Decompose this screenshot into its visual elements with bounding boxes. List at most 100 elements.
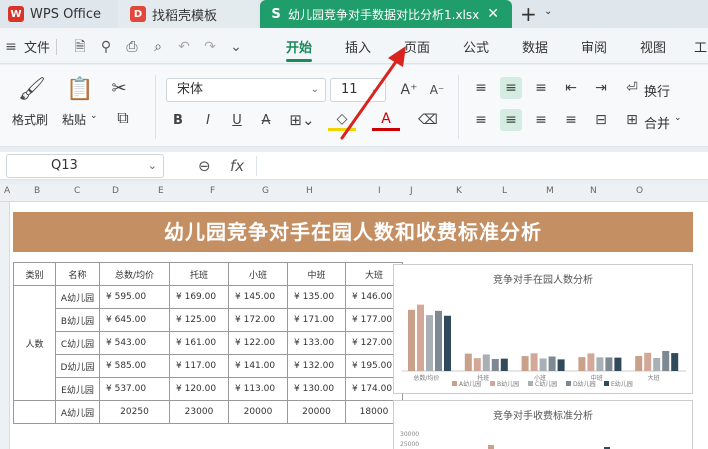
column-header[interactable]: E: [158, 186, 164, 196]
table-cell[interactable]: ¥ 595.00: [99, 285, 170, 309]
wrap-text-icon[interactable]: ⏎: [622, 77, 642, 99]
undo-icon[interactable]: ↶: [175, 38, 193, 56]
menu-data[interactable]: 数据: [522, 37, 548, 56]
merge-label[interactable]: 合并: [644, 113, 670, 132]
column-header[interactable]: H: [306, 186, 313, 196]
function-icon[interactable]: fx: [230, 157, 244, 175]
table-cell[interactable]: ¥ 135.00: [287, 285, 346, 309]
chevron-down-icon[interactable]: ⌄: [227, 38, 245, 56]
align-top-icon[interactable]: ≡: [470, 77, 492, 99]
column-header[interactable]: C: [74, 186, 80, 196]
menu-review[interactable]: 审阅: [581, 37, 607, 56]
strikethrough-icon[interactable]: A: [256, 109, 276, 131]
paste-label[interactable]: 粘贴: [62, 111, 86, 128]
merge-icon[interactable]: ⊞: [622, 109, 642, 131]
decrease-font-icon[interactable]: A⁻: [426, 79, 448, 101]
column-header[interactable]: B: [34, 186, 40, 196]
redo-icon[interactable]: ↷: [201, 38, 219, 56]
table-cell[interactable]: ¥ 537.00: [99, 377, 170, 401]
name-box[interactable]: Q13 ⌄: [6, 154, 164, 178]
increase-indent-icon[interactable]: ⇥: [590, 77, 612, 99]
tab-spreadsheet[interactable]: S 幼儿园竞争对手数据对比分析1.xlsx ✕: [260, 0, 512, 28]
table-cell[interactable]: 20250: [99, 400, 170, 424]
decrease-indent-icon[interactable]: ⇤: [560, 77, 582, 99]
column-header[interactable]: F: [210, 186, 215, 196]
italic-icon[interactable]: I: [198, 109, 218, 131]
table-cell[interactable]: ¥ 141.00: [228, 354, 288, 378]
column-header[interactable]: O: [636, 186, 643, 196]
print-preview-icon[interactable]: ⌕: [149, 38, 167, 56]
column-header-cell[interactable]: 名称: [55, 262, 100, 286]
table-cell[interactable]: ¥ 543.00: [99, 331, 170, 355]
table-cell[interactable]: ¥ 113.00: [228, 377, 288, 401]
table-cell[interactable]: ¥ 117.00: [169, 354, 229, 378]
chart-fees[interactable]: 竞争对手收费标准分析 30000 25000: [393, 400, 693, 449]
chevron-down-icon[interactable]: ⌄: [674, 113, 682, 123]
distributed-icon[interactable]: ⊟: [590, 109, 612, 131]
wrap-text-label[interactable]: 换行: [644, 81, 670, 100]
cut-icon[interactable]: ✂: [108, 77, 130, 99]
align-center-icon[interactable]: ≡: [500, 109, 522, 131]
table-cell[interactable]: 20000: [228, 400, 288, 424]
chevron-down-icon[interactable]: ⌄: [544, 6, 552, 17]
table-cell[interactable]: D幼儿园: [55, 354, 100, 378]
copy-icon[interactable]: ⧉: [108, 107, 138, 129]
table-cell[interactable]: ¥ 132.00: [287, 354, 346, 378]
column-header[interactable]: G: [262, 186, 269, 196]
table-cell[interactable]: ¥ 161.00: [169, 331, 229, 355]
table-cell[interactable]: ¥ 645.00: [99, 308, 170, 332]
chevron-down-icon[interactable]: ⌄: [90, 111, 98, 121]
column-header[interactable]: L: [502, 186, 507, 196]
chart-headcount[interactable]: 竞争对手在园人数分析 总数/均价 托班 小班 中班 大班 A幼儿园 B幼儿园 C幼儿园 D幼儿园…: [393, 264, 693, 394]
format-painter-icon[interactable]: 🖌: [18, 75, 46, 103]
table-cell[interactable]: 23000: [169, 400, 229, 424]
column-header[interactable]: M: [546, 186, 554, 196]
border-icon[interactable]: ⊞⌄: [288, 109, 316, 131]
column-header-cell[interactable]: 总数/均价: [99, 262, 170, 286]
menu-home[interactable]: 开始: [286, 37, 313, 62]
sheet-title[interactable]: 幼儿园竞争对手在园人数和收费标准分析: [13, 212, 693, 252]
table-cell[interactable]: ¥ 125.00: [169, 308, 229, 332]
column-header[interactable]: J: [410, 186, 413, 196]
print-icon[interactable]: ⎙: [123, 38, 141, 56]
underline-icon[interactable]: U: [227, 109, 247, 131]
justify-icon[interactable]: ≡: [560, 109, 582, 131]
table-cell[interactable]: 20000: [287, 400, 346, 424]
column-header[interactable]: A: [4, 186, 10, 196]
table-cell[interactable]: ¥ 122.00: [228, 331, 288, 355]
category-cell[interactable]: 人数: [13, 285, 56, 401]
menu-formula[interactable]: 公式: [463, 37, 489, 56]
zoom-icon[interactable]: ⊖: [198, 157, 211, 175]
table-cell[interactable]: A幼儿园: [55, 285, 100, 309]
file-menu[interactable]: 文件: [24, 37, 50, 56]
column-header-cell[interactable]: 托班: [169, 262, 229, 286]
save-icon[interactable]: 🗎: [71, 38, 89, 56]
menu-tools[interactable]: 工: [694, 37, 707, 56]
table-cell[interactable]: ¥ 145.00: [228, 285, 288, 309]
table-cell[interactable]: ¥ 172.00: [228, 308, 288, 332]
format-painter-label[interactable]: 格式刷: [12, 111, 48, 128]
table-cell[interactable]: ¥ 120.00: [169, 377, 229, 401]
category-cell[interactable]: [13, 400, 56, 424]
share-icon[interactable]: ⚲: [97, 38, 115, 56]
table-cell[interactable]: ¥ 585.00: [99, 354, 170, 378]
menu-view[interactable]: 视图: [640, 37, 666, 56]
align-middle-icon[interactable]: ≡: [500, 77, 522, 99]
table-cell[interactable]: ¥ 133.00: [287, 331, 346, 355]
column-header[interactable]: I: [378, 186, 381, 196]
column-header-cell[interactable]: 小班: [228, 262, 288, 286]
column-header[interactable]: D: [112, 186, 119, 196]
new-tab-button[interactable]: +: [520, 2, 537, 26]
bold-icon[interactable]: B: [168, 109, 188, 131]
column-header-cell[interactable]: 类别: [13, 262, 56, 286]
table-cell[interactable]: C幼儿园: [55, 331, 100, 355]
table-cell[interactable]: ¥ 171.00: [287, 308, 346, 332]
tab-templates[interactable]: D 找稻壳模板: [118, 0, 258, 28]
align-right-icon[interactable]: ≡: [530, 109, 552, 131]
table-cell[interactable]: A幼儿园: [55, 400, 100, 424]
table-cell[interactable]: ¥ 130.00: [287, 377, 346, 401]
column-header[interactable]: K: [456, 186, 462, 196]
table-cell[interactable]: E幼儿园: [55, 377, 100, 401]
close-tab-icon[interactable]: ✕: [487, 6, 499, 22]
tab-wps-office[interactable]: W WPS Office: [0, 0, 116, 28]
